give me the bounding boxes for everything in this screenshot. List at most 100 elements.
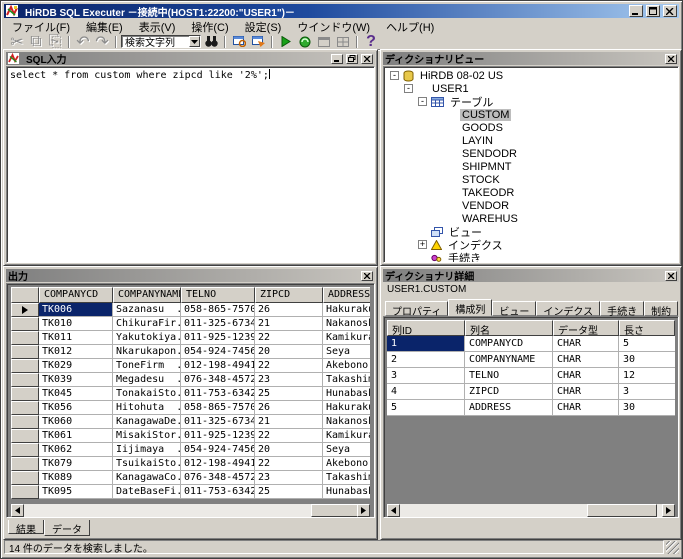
undo-icon[interactable]: ↶: [74, 35, 92, 49]
scrollbar-thumb[interactable]: [311, 504, 361, 517]
cell[interactable]: 011-925-1239: [181, 331, 255, 345]
cell[interactable]: Nkarukapon...: [113, 345, 181, 359]
scroll-right-icon[interactable]: [662, 504, 675, 517]
cell[interactable]: Kamikurata: [323, 429, 370, 443]
column-header[interactable]: ADDRESS: [323, 287, 370, 303]
tree-item-table-layin[interactable]: LAYIN: [386, 134, 678, 147]
cell[interactable]: Megadesu ...: [113, 373, 181, 387]
refresh-icon[interactable]: [296, 35, 314, 49]
cell[interactable]: 21: [255, 415, 323, 429]
cell[interactable]: CHAR: [553, 384, 619, 400]
cell[interactable]: TK029: [39, 359, 113, 373]
cell[interactable]: MisakiStor...: [113, 429, 181, 443]
tree-item-indexes[interactable]: + インデクス: [386, 238, 678, 251]
cell[interactable]: 22: [255, 429, 323, 443]
collapse-toggle-icon[interactable]: -: [404, 84, 413, 93]
row-selector[interactable]: [11, 457, 39, 471]
tree-item-table-goods[interactable]: GOODS: [386, 121, 678, 134]
cell[interactable]: Takashima: [323, 373, 370, 387]
dictionary-detail-titlebar[interactable]: ディクショナリ詳細: [383, 269, 679, 282]
cell[interactable]: 3: [387, 368, 465, 384]
cell[interactable]: 26: [255, 401, 323, 415]
column-header[interactable]: TELNO: [181, 287, 255, 303]
tree-item-table-vendor[interactable]: VENDOR: [386, 199, 678, 212]
cell[interactable]: 5: [387, 400, 465, 416]
minimize-button[interactable]: [629, 5, 643, 17]
cell[interactable]: Hitohuta ...: [113, 401, 181, 415]
cut-icon[interactable]: ✂: [8, 35, 26, 49]
cell[interactable]: Seya: [323, 443, 370, 457]
scroll-right-icon[interactable]: [357, 504, 370, 517]
cell[interactable]: COMPANYNAME: [465, 352, 553, 368]
cell[interactable]: TonakaiSto...: [113, 387, 181, 401]
cell[interactable]: 054-924-7456: [181, 443, 255, 457]
dictionary-view-titlebar[interactable]: ディクショナリビュー: [383, 52, 679, 65]
dictionary-detail-close-button[interactable]: [665, 271, 677, 281]
cell[interactable]: 076-348-4572: [181, 373, 255, 387]
cell[interactable]: 2: [387, 352, 465, 368]
sql-editor[interactable]: select * from custom where zipcd like '2…: [6, 66, 375, 263]
sql-minimize-button[interactable]: [331, 54, 343, 64]
cell[interactable]: 011-753-6342: [181, 387, 255, 401]
cell[interactable]: 011-325-6734: [181, 415, 255, 429]
tree-item-table-sendodr[interactable]: SENDODR: [386, 147, 678, 160]
cell[interactable]: Yakutokiya...: [113, 331, 181, 345]
cell[interactable]: 011-753-6342: [181, 485, 255, 499]
tab-result[interactable]: 結果: [8, 520, 44, 534]
copy-icon[interactable]: ⧉: [27, 35, 45, 49]
column-header[interactable]: COMPANYNAME: [113, 287, 181, 303]
row-selector[interactable]: [11, 373, 39, 387]
menu-view[interactable]: 表示(V): [131, 18, 184, 36]
sql-close-button[interactable]: [361, 54, 373, 64]
result-window-icon[interactable]: [315, 35, 333, 49]
cell[interactable]: CHAR: [553, 368, 619, 384]
cell[interactable]: 26: [255, 303, 323, 317]
tree-item-table-takeodr[interactable]: TAKEODR: [386, 186, 678, 199]
cell[interactable]: 12: [619, 368, 675, 384]
cell[interactable]: 21: [255, 317, 323, 331]
cell[interactable]: ADDRESS: [465, 400, 553, 416]
cell[interactable]: 076-348-4572: [181, 471, 255, 485]
cell[interactable]: 20: [255, 443, 323, 457]
cell[interactable]: 23: [255, 471, 323, 485]
cell[interactable]: Hakuraku: [323, 401, 370, 415]
tab-procedures[interactable]: 手続き: [600, 301, 644, 316]
cell[interactable]: 22: [255, 331, 323, 345]
find-icon[interactable]: [202, 35, 220, 49]
column-header[interactable]: 長さ: [619, 320, 675, 336]
horizontal-scrollbar[interactable]: [387, 504, 675, 517]
maximize-button[interactable]: [646, 5, 660, 17]
tree-item-tables[interactable]: - テーブル: [386, 95, 678, 108]
cell[interactable]: 30: [619, 352, 675, 368]
row-selector[interactable]: [11, 401, 39, 415]
search-input[interactable]: 検索文字列: [121, 35, 201, 48]
cell[interactable]: 25: [255, 485, 323, 499]
sql-panel-titlebar[interactable]: SQL入力: [6, 52, 375, 65]
scroll-left-icon[interactable]: [387, 504, 400, 517]
cell[interactable]: 058-865-7570: [181, 401, 255, 415]
menu-operate[interactable]: 操作(C): [183, 18, 236, 36]
row-selector[interactable]: [11, 471, 39, 485]
data-window-icon[interactable]: [334, 35, 352, 49]
output-titlebar[interactable]: 出力: [6, 269, 375, 282]
cell[interactable]: 3: [619, 384, 675, 400]
dictionary-view-close-button[interactable]: [665, 54, 677, 64]
tab-properties[interactable]: プロパティ: [385, 301, 448, 316]
column-header[interactable]: 列名: [465, 320, 553, 336]
cell[interactable]: ZIPCD: [465, 384, 553, 400]
cell[interactable]: 25: [255, 387, 323, 401]
expand-toggle-icon[interactable]: +: [418, 240, 427, 249]
tree-item-views[interactable]: ビュー: [386, 225, 678, 238]
tree-item-table-custom[interactable]: CUSTOM: [386, 108, 678, 121]
tab-columns[interactable]: 構成列: [448, 299, 492, 316]
cell[interactable]: TsuikaiSto...: [113, 457, 181, 471]
cell[interactable]: Hunabashi: [323, 485, 370, 499]
cell[interactable]: Akebono: [323, 457, 370, 471]
cell[interactable]: Akebono: [323, 359, 370, 373]
cell[interactable]: Hakuraku: [323, 303, 370, 317]
cell[interactable]: TK056: [39, 401, 113, 415]
cell[interactable]: KanagawaCo...: [113, 471, 181, 485]
help-icon[interactable]: ?: [362, 35, 380, 49]
cell[interactable]: 1: [387, 336, 465, 352]
cell[interactable]: CHAR: [553, 336, 619, 352]
